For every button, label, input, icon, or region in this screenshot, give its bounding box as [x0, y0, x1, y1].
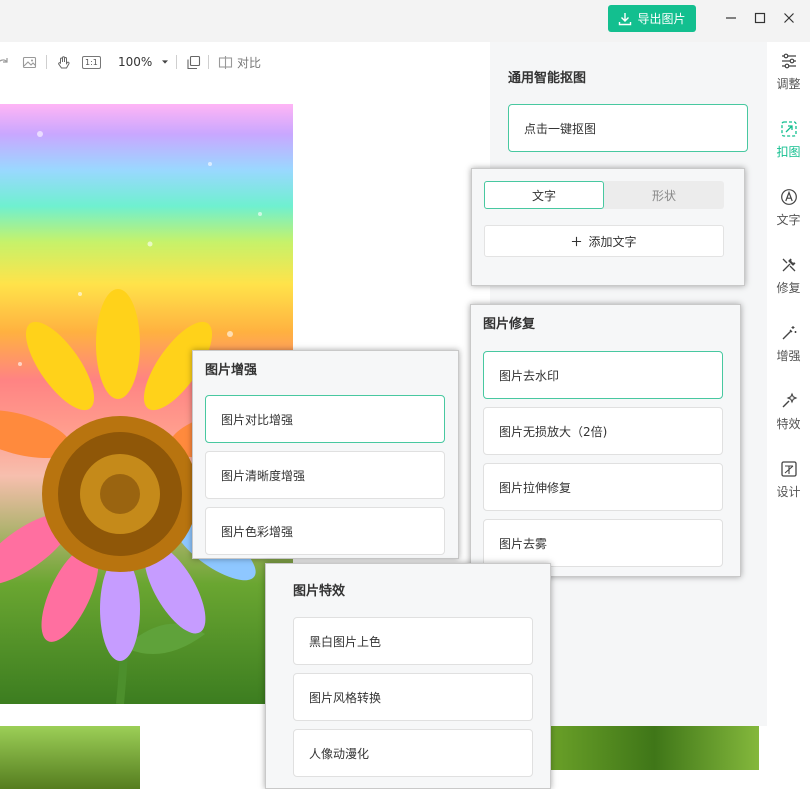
- rail-item-adjust[interactable]: 调整: [767, 52, 810, 106]
- duplicate-icon: [187, 55, 201, 69]
- effects-popup: 图片特效 黑白图片上色 图片风格转换 人像动漫化: [265, 563, 551, 789]
- toolbar-divider: [176, 55, 177, 69]
- style-transfer-option[interactable]: 图片风格转换: [293, 673, 533, 721]
- rail-item-label: 特效: [776, 417, 801, 431]
- compare-button[interactable]: 对比: [218, 54, 261, 70]
- compare-label: 对比: [237, 55, 262, 70]
- zoom-value: 100%: [118, 55, 153, 69]
- rail-item-enhance[interactable]: 增强: [767, 324, 810, 378]
- maximize-button[interactable]: [751, 9, 769, 27]
- plus-icon: [572, 236, 582, 246]
- minimize-icon: [726, 17, 736, 19]
- repair-popup-title: 图片修复: [483, 317, 536, 332]
- rail-item-effects[interactable]: 特效: [767, 392, 810, 446]
- export-image-button[interactable]: 导出图片: [608, 5, 696, 32]
- minimize-button[interactable]: [722, 9, 740, 27]
- sharpness-enhance-option[interactable]: 图片清晰度增强: [205, 451, 445, 499]
- close-button[interactable]: [780, 9, 798, 27]
- one-click-cutout-button[interactable]: 点击一键抠图: [508, 104, 748, 152]
- contrast-enhance-option[interactable]: 图片对比增强: [205, 395, 445, 443]
- ratio-icon: 1:1: [82, 55, 101, 69]
- color-enhance-option[interactable]: 图片色彩增强: [205, 507, 445, 555]
- add-text-label: 添加文字: [588, 234, 637, 249]
- export-label: 导出图片: [637, 12, 686, 26]
- rail-item-label: 调整: [776, 77, 801, 91]
- maximize-icon: [754, 12, 766, 24]
- rail-item-label: 文字: [776, 213, 801, 227]
- sliders-icon: [781, 53, 796, 69]
- cutout-panel-title: 通用智能抠图: [508, 71, 587, 86]
- cutout-icon: [780, 121, 797, 137]
- rail-item-design[interactable]: 设计: [767, 460, 810, 514]
- title-bar: 导出图片: [0, 0, 810, 42]
- tab-shape[interactable]: 形状: [604, 181, 724, 209]
- thumbnail-grass-left[interactable]: [0, 726, 140, 789]
- rail-item-label: 增强: [776, 349, 801, 363]
- sparkle-wand-icon: [782, 392, 797, 408]
- hand-icon: [58, 55, 70, 68]
- image-button[interactable]: [22, 54, 37, 70]
- text-popup: 文字 形状 添加文字: [471, 168, 745, 286]
- toolbar-divider: [46, 55, 47, 69]
- tab-text[interactable]: 文字: [484, 181, 604, 209]
- magic-wand-icon: [782, 326, 796, 340]
- compare-icon: [218, 55, 233, 69]
- image-icon: [22, 56, 37, 68]
- side-rail: 调整 扣图 文字 修复 增强 特效 设计: [767, 42, 810, 726]
- thumbnail-grass-right[interactable]: [550, 726, 759, 770]
- copy-button[interactable]: [186, 54, 201, 70]
- remove-watermark-option[interactable]: 图片去水印: [483, 351, 723, 399]
- close-icon: [784, 13, 794, 23]
- repair-tools-icon: [782, 258, 795, 272]
- dehaze-option[interactable]: 图片去雾: [483, 519, 723, 567]
- repair-popup: 图片修复 图片去水印 图片无损放大（2倍) 图片拉伸修复 图片去雾: [470, 304, 741, 577]
- actual-size-button[interactable]: 1:1: [82, 54, 101, 70]
- editor-toolbar: 1:1 100% 对比: [0, 42, 490, 82]
- rail-item-repair[interactable]: 修复: [767, 256, 810, 310]
- add-text-button[interactable]: 添加文字: [484, 225, 724, 257]
- effects-popup-title: 图片特效: [293, 584, 346, 599]
- design-icon: [780, 461, 797, 477]
- zoom-select[interactable]: 100%: [118, 54, 170, 70]
- text-circle-icon: [780, 189, 797, 205]
- redo-icon: [0, 57, 8, 63]
- rail-item-label: 修复: [776, 281, 801, 295]
- rail-item-label: 设计: [776, 485, 801, 499]
- rail-item-cutout[interactable]: 扣图: [767, 120, 810, 174]
- text-shape-tabs: 文字 形状: [484, 181, 724, 209]
- redo-button[interactable]: [0, 54, 11, 70]
- portrait-anime-option[interactable]: 人像动漫化: [293, 729, 533, 777]
- colorize-bw-option[interactable]: 黑白图片上色: [293, 617, 533, 665]
- toolbar-divider: [208, 55, 209, 69]
- rail-item-label: 扣图: [776, 145, 801, 159]
- stretch-repair-option[interactable]: 图片拉伸修复: [483, 463, 723, 511]
- chevron-down-icon: [162, 60, 169, 64]
- hand-tool-button[interactable]: [56, 54, 71, 70]
- rail-item-text[interactable]: 文字: [767, 188, 810, 242]
- enhance-popup: 图片增强 图片对比增强 图片清晰度增强 图片色彩增强: [192, 350, 459, 559]
- lossless-upscale-option[interactable]: 图片无损放大（2倍): [483, 407, 723, 455]
- download-icon: [619, 12, 632, 25]
- enhance-popup-title: 图片增强: [205, 363, 258, 378]
